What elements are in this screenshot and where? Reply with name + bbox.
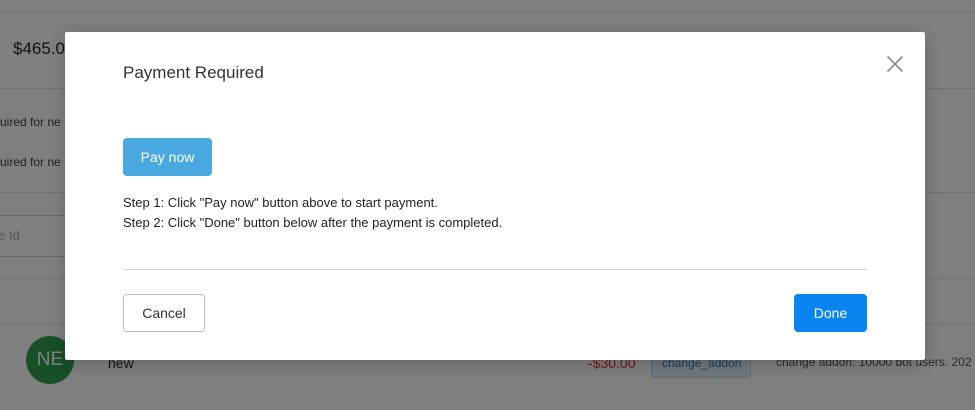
step-1-text: Step 1: Click "Pay now" button above to … [123,195,438,210]
cancel-button[interactable]: Cancel [123,294,205,332]
pay-now-button[interactable]: Pay now [123,138,212,176]
step-2-text: Step 2: Click "Done" button below after … [123,215,503,230]
close-button[interactable] [883,52,907,76]
done-button[interactable]: Done [794,294,867,332]
payment-instructions: Step 1: Click "Pay now" button above to … [123,193,502,233]
payment-modal: Payment Required Pay now Step 1: Click "… [65,32,925,360]
modal-title: Payment Required [123,63,264,82]
close-icon [887,56,903,72]
modal-divider [123,269,867,270]
